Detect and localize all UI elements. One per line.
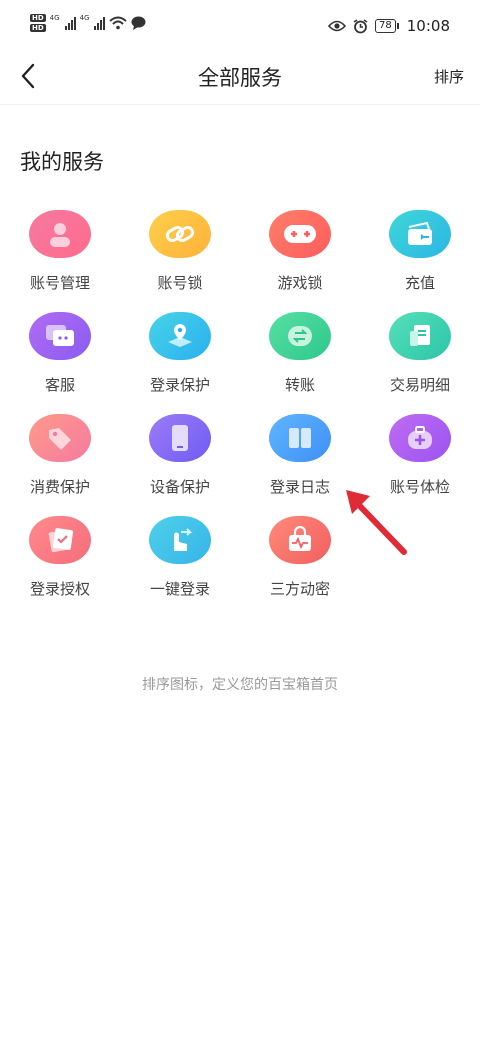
annotation-arrow-icon	[346, 490, 407, 555]
service-label: 转账	[284, 376, 315, 394]
service-account-management[interactable]: 账号管理	[0, 210, 120, 312]
service-label: 登录授权	[29, 580, 90, 598]
service-label: 充值	[404, 274, 435, 292]
service-transfer[interactable]: 转账	[240, 312, 360, 414]
tap-hand-icon	[149, 516, 211, 564]
link-icon	[149, 210, 211, 258]
sort-button[interactable]: 排序	[434, 66, 464, 87]
service-label: 客服	[44, 376, 75, 394]
hd-badge-2: HD	[30, 24, 46, 32]
clock-time: 10:08	[406, 17, 450, 35]
service-login-authorization[interactable]: 登录授权	[0, 516, 120, 618]
person-icon	[29, 210, 91, 258]
pulse-lock-icon	[269, 516, 331, 564]
service-label: 三方动密	[269, 580, 330, 598]
service-consumption-protection[interactable]: 消费保护	[0, 414, 120, 516]
service-customer-service[interactable]: 客服	[0, 312, 120, 414]
service-recharge[interactable]: 充值	[360, 210, 480, 312]
service-label: 账号管理	[29, 274, 90, 292]
status-bar: HD HD 4G 4G 78 10:08	[0, 0, 480, 48]
tag-icon	[29, 414, 91, 462]
service-label: 账号锁	[157, 274, 203, 292]
status-right: 78 10:08	[328, 17, 450, 35]
receipt-icon	[389, 312, 451, 360]
phone-icon	[149, 414, 211, 462]
alarm-icon	[353, 18, 368, 33]
hd-indicators: HD HD	[30, 14, 46, 32]
status-left: HD HD 4G 4G	[30, 14, 146, 32]
signal-icon-2	[94, 16, 106, 30]
service-label: 登录保护	[149, 376, 210, 394]
auth-card-icon	[29, 516, 91, 564]
service-transaction-details[interactable]: 交易明细	[360, 312, 480, 414]
gamepad-icon	[269, 210, 331, 258]
hd-badge-1: HD	[30, 14, 46, 22]
sort-hint-text: 排序图标，定义您的百宝箱首页	[142, 677, 338, 693]
network-type-1: 4G	[49, 14, 60, 22]
service-label: 交易明细	[389, 376, 450, 394]
service-game-lock[interactable]: 游戏锁	[240, 210, 360, 312]
chat-icon	[29, 312, 91, 360]
service-label: 设备保护	[149, 478, 210, 496]
page-title: 全部服务	[198, 66, 282, 90]
service-label: 消费保护	[29, 478, 90, 496]
eye-icon	[328, 20, 347, 32]
service-device-protection[interactable]: 设备保护	[120, 414, 240, 516]
section-title: 我的服务	[20, 150, 104, 174]
wifi-icon	[109, 16, 128, 30]
transfer-icon	[269, 312, 331, 360]
service-one-click-login[interactable]: 一键登录	[120, 516, 240, 618]
service-label: 游戏锁	[277, 274, 323, 292]
service-label: 登录日志	[269, 478, 330, 496]
nav-bar: 全部服务 排序	[0, 48, 480, 105]
wallet-icon	[389, 210, 451, 258]
battery-indicator: 78	[375, 19, 399, 33]
service-account-lock[interactable]: 账号锁	[120, 210, 240, 312]
grid-row: 账号管理 账号锁 游戏锁 充值	[0, 210, 480, 312]
network-type-2: 4G	[79, 14, 90, 22]
signal-icon	[64, 16, 76, 30]
medkit-icon	[389, 414, 451, 462]
message-icon	[131, 16, 146, 30]
service-login-protection[interactable]: 登录保护	[120, 312, 240, 414]
location-map-icon	[149, 312, 211, 360]
grid-row: 客服 登录保护 转账 交易明细	[0, 312, 480, 414]
service-label: 一键登录	[149, 580, 210, 598]
book-icon	[269, 414, 331, 462]
